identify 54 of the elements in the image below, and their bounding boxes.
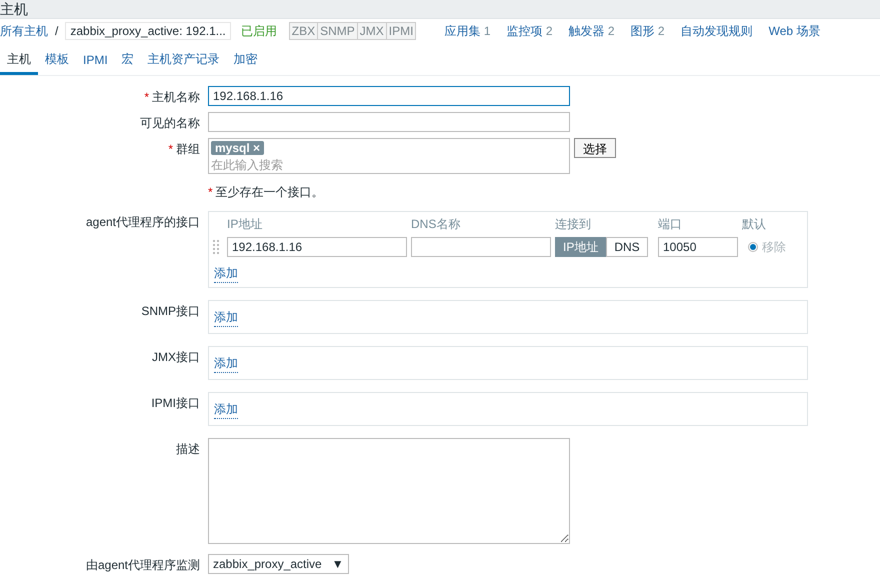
add-link[interactable]: 添加 xyxy=(214,309,238,327)
nav-link[interactable]: 应用集 1 xyxy=(444,22,490,40)
availability-badge: JMX xyxy=(358,23,387,39)
description-field[interactable] xyxy=(208,438,570,544)
page-title: 主机 xyxy=(0,0,28,18)
connect-option[interactable]: DNS xyxy=(606,237,648,257)
add-link[interactable]: 添加 xyxy=(214,355,238,373)
column-header: 连接到 xyxy=(555,216,592,233)
nav-link[interactable]: Web 场景 xyxy=(768,22,820,40)
field-label: JMX接口 xyxy=(151,349,200,366)
tab[interactable]: 主机 xyxy=(0,47,38,75)
nav-link[interactable]: 监控项 2 xyxy=(506,22,553,40)
tab[interactable]: IPMI xyxy=(76,47,115,75)
host-name-field[interactable]: 192.168.1.16 xyxy=(208,86,570,106)
nav-link[interactable]: 自动发现规则 xyxy=(680,22,753,40)
availability-badge: SNMP xyxy=(318,23,358,39)
drag-handle-icon[interactable] xyxy=(213,240,219,254)
nav-link[interactable]: 图形 2 xyxy=(630,22,665,40)
field-label: 由agent代理程序监测 xyxy=(84,557,200,574)
availability-badge: IPMI xyxy=(386,23,416,39)
availability-badge: ZBX xyxy=(290,23,318,39)
add-link[interactable]: 添加 xyxy=(214,401,238,419)
field-label: IPMI接口 xyxy=(150,395,200,412)
visible-name-field[interactable] xyxy=(208,112,570,132)
port-field[interactable]: 10050 xyxy=(658,237,738,257)
select-button[interactable]: 选择 xyxy=(574,138,616,158)
dns-field[interactable] xyxy=(411,237,551,257)
interface-note: * 至少存在一个接口。 xyxy=(208,184,325,201)
nav-link[interactable]: 触发器 2 xyxy=(568,22,615,40)
field-label: * 主机名称 xyxy=(143,89,200,106)
tab[interactable]: 宏 xyxy=(114,47,141,75)
field-label: 可见的名称 xyxy=(139,115,200,132)
ip-field[interactable]: 192.168.1.16 xyxy=(227,237,407,257)
field-label: SNMP接口 xyxy=(140,303,200,320)
group-tag[interactable]: mysql × xyxy=(211,141,264,155)
add-link[interactable]: 添加 xyxy=(214,265,238,283)
proxy-select[interactable]: zabbix_proxy_active ▼ xyxy=(208,554,349,574)
tab[interactable]: 模板 xyxy=(38,47,76,75)
column-header: DNS名称 xyxy=(411,216,462,233)
column-header: IP地址 xyxy=(227,216,264,233)
tab[interactable]: 主机资产记录 xyxy=(140,47,227,75)
breadcrumb-separator: / xyxy=(54,24,60,38)
default-radio[interactable] xyxy=(748,242,758,252)
field-label: agent代理程序的接口 xyxy=(84,214,200,231)
field-label: 描述 xyxy=(175,441,200,458)
field-label: * 群组 xyxy=(167,141,200,158)
column-header: 默认 xyxy=(742,216,767,233)
connect-option[interactable]: IP地址 xyxy=(555,237,606,257)
tab[interactable]: 加密 xyxy=(226,47,265,75)
breadcrumb-link[interactable]: 所有主机 xyxy=(0,22,48,40)
column-header: 端口 xyxy=(658,216,683,233)
breadcrumb-current: zabbix_proxy_active: 192.1... xyxy=(65,22,231,40)
groups-field[interactable]: mysql × 在此输入搜索 xyxy=(208,138,570,174)
status-label[interactable]: 已启用 xyxy=(240,22,277,40)
